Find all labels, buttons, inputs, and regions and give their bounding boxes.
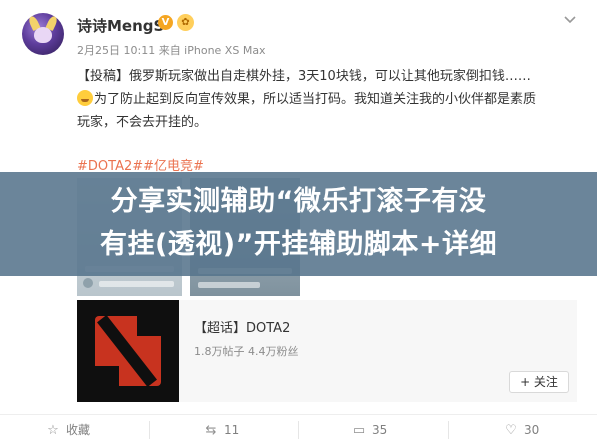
follow-button[interactable]: + 关注 <box>509 371 569 393</box>
avatar[interactable] <box>22 13 64 55</box>
banner-line: 分享实测辅助“微乐打滚子有没 <box>110 186 487 217</box>
divider <box>448 421 449 439</box>
supertopic-card[interactable]: 【超话】DOTA2 1.8万帖子 4.4万粉丝 <box>77 300 577 402</box>
overlay-banner-text: 分享实测辅助“微乐打滚子有没 有挂(透视)”开挂辅助脚本+详细 <box>0 180 597 266</box>
banner-line: 有挂(透视)”开挂辅助脚本+详细 <box>99 229 498 260</box>
post-text: 【投稿】俄罗斯玩家做出自走棋外挂，3天10块钱，可以让其他玩家倒扣钱…… 为了防… <box>77 65 567 134</box>
chevron-down-icon[interactable] <box>561 12 579 30</box>
post-meta: 2月25日 10:11 来自 iPhone XS Max <box>77 44 266 57</box>
star-icon: ☆ <box>47 423 59 438</box>
logo-notch <box>137 316 161 336</box>
author-name[interactable]: 诗诗MengS <box>77 15 164 36</box>
divider <box>298 421 299 439</box>
like-count: 30 <box>524 423 540 437</box>
level-badge-icon: ✿ <box>177 14 194 31</box>
post-text-line: 玩家，不会去开挂的。 <box>77 115 208 130</box>
like-button[interactable]: ♡ 30 <box>504 414 539 446</box>
post-text-line-2-text: 为了防止起到反向宣传效果，所以适当打码。我知道关注我的小伙伴都是素质 <box>94 92 537 107</box>
repost-count: 11 <box>224 423 240 437</box>
favorite-label: 收藏 <box>66 423 91 437</box>
comment-count: 35 <box>372 423 388 437</box>
verified-badge-icon: V <box>158 15 173 30</box>
post-text-line-2: 为了防止起到反向宣传效果，所以适当打码。我知道关注我的小伙伴都是素质 <box>77 88 567 111</box>
image-content <box>83 278 93 288</box>
chevron-down-icon-svg <box>564 16 576 24</box>
image-content <box>99 281 174 287</box>
dota2-logo <box>77 300 179 402</box>
avatar-face <box>34 27 52 43</box>
repost-icon: ⇆ <box>205 423 217 438</box>
favorite-button[interactable]: ☆ 收藏 <box>46 414 90 446</box>
comment-icon: ▭ <box>352 423 366 438</box>
repost-button[interactable]: ⇆ 11 <box>204 414 240 446</box>
comment-button[interactable]: ▭ 35 <box>352 414 387 446</box>
logo-notch <box>95 366 119 386</box>
image-content <box>198 282 260 288</box>
post-text-line: 【投稿】俄罗斯玩家做出自走棋外挂，3天10块钱，可以让其他玩家倒扣钱…… <box>77 69 531 84</box>
weibo-post: 诗诗MengS V ✿ 2月25日 10:11 来自 iPhone XS Max… <box>0 0 597 446</box>
laugh-emoji-icon <box>77 90 93 106</box>
supertopic-stats: 1.8万帖子 4.4万粉丝 <box>194 345 299 358</box>
supertopic-title: 【超话】DOTA2 <box>194 321 291 336</box>
divider <box>149 421 150 439</box>
thumbs-up-icon: ♡ <box>505 423 517 438</box>
